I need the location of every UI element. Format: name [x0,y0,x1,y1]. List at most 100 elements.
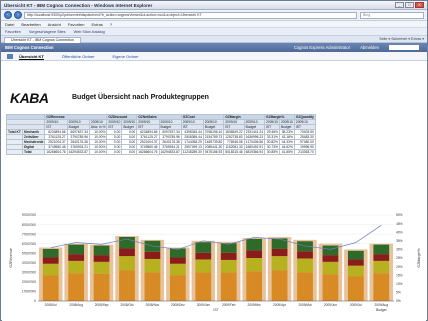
table-cell: 38.23% [278,129,295,135]
bar-segment-mechanik [271,270,288,301]
favorites-button[interactable]: Favoriten [5,30,21,34]
admin-label: Cognos Express Administrator [293,45,351,50]
table-cell: 2521004.37 [44,139,68,145]
table-cell: 6234894.66 [136,129,160,135]
stacked-bar-chart: 9'000'000 8'000'000 7'000'000 6'000'000 5'00… [9,213,421,312]
bar-segment-mechatronik [246,250,263,258]
bar-segment-zeitsilber [220,259,237,273]
suggested-sites-link[interactable]: Vorgeschlagene Sites [29,30,66,34]
maximize-button[interactable]: □ [405,2,414,8]
table-cell: 3790785.96 [158,134,182,140]
home-icon[interactable] [7,53,13,59]
browser-window: Übersicht KT - IBM Cognos Connection - W… [0,0,428,321]
close-button[interactable]: X [415,2,424,8]
table-cell: 43.18% [278,134,295,140]
table-cell: 33.31% [264,134,280,140]
table-cell: 10.00% [88,149,108,155]
table-cell: 0.00 [106,149,123,155]
y2-tick-label: 0% [396,299,401,303]
bar-segment-digital [169,248,186,258]
bar-segment-mechatronik [347,259,364,266]
table-cell: 3790785.96 [66,134,90,140]
url-input[interactable]: http://localhost:9300/p2pd/servlet/dispa… [24,11,357,19]
menu-item-file[interactable]: Datei [5,22,14,27]
table-cell: 44.33% [278,139,295,145]
bar-segment-mechatronik [322,255,339,262]
menu-item-edit[interactable]: Bearbeiten [21,22,40,27]
menu-item-tools[interactable]: Extras [92,22,103,27]
x-tick-label: 2008/Aug [69,303,83,307]
table-cell: 16266604.76 [136,149,160,155]
crosstab: GZRevenue GZDiscount GZNetSales GZCost G… [5,114,316,155]
browser-tools[interactable]: Seite ▾ Sicherheit ▾ Extras ▾ [379,37,424,41]
bar-segment-digital [220,243,237,253]
table-cell: 6819366.94 [243,149,266,155]
bar-segment-digital [93,245,110,256]
bar-segment-zeitsilber [195,259,212,273]
search-input[interactable]: Bing [360,11,424,19]
cognos-search-input[interactable] [389,45,419,50]
table-cell: 776946.08 [223,139,245,145]
bar-segment-mechanik [144,272,161,301]
menu-item-help[interactable]: ? [110,22,112,27]
browser-tab[interactable]: Übersicht KT - IBM Cognos Connection [4,36,81,43]
y-axis-label: GZRevenue [9,248,13,267]
tab-uebersicht[interactable]: Übersicht KT [19,54,44,59]
table-cell: 1744058.29 [180,139,204,145]
bar-segment-mechanik [347,276,364,301]
bar-segment-mechatronik [144,251,161,259]
bar-segment-mechatronik [169,257,186,264]
table-cell: 3765934.21 [66,144,90,150]
back-icon[interactable]: ‹ [4,11,12,19]
y2-tick-label: 45% [396,222,403,226]
table-cell: 41.85% [278,149,295,155]
table-cell: 44.62% [278,144,295,150]
web-slice-link[interactable]: Web Slice-Katalog [74,30,105,34]
y2-tick-label: 10% [396,282,403,286]
x-tick-label: 2008/Sep [95,303,109,307]
table-cell: 213363.70 [293,149,316,155]
bar-segment-mechatronik [93,255,110,262]
bar-segment-mechanik [195,272,212,301]
bar-segment-mechatronik [119,248,135,257]
forward-icon[interactable]: › [14,11,22,19]
subhead-cell: 2009/10 [278,119,295,125]
table-cell: 1170436.56 [243,139,266,145]
minimize-button[interactable]: _ [395,2,404,8]
logout-link[interactable]: Abmelden [360,45,379,50]
title-bar: Übersicht KT - IBM Cognos Connection - W… [1,1,427,10]
menu-item-favorites[interactable]: Favoriten [68,22,85,27]
menu-bar: Datei Bearbeiten Ansicht Favoriten Extra… [1,21,427,28]
menu-item-view[interactable]: Ansicht [48,22,61,27]
table-cell: 16294533.87 [158,149,182,155]
bar-segment-mechatronik [220,252,237,260]
browser-tab-bar: Übersicht KT - IBM Cognos Connection Sei… [1,36,427,43]
y-tick-label: 9'000'000 [22,213,36,217]
row-group-cell [6,149,23,155]
y2-axis-label: GZMargin% [417,248,421,268]
x-tick-label: 2009/Jun [324,303,337,307]
bar-segment-zeitsilber [119,256,135,271]
x-tick-label: 2009/Feb [222,303,236,307]
table-cell: 5018315.46 [223,149,245,155]
page-tabs: Übersicht KT Öffentliche Ordner Eigene O… [1,52,427,61]
window-title: Übersicht KT - IBM Cognos Connection - W… [4,2,153,8]
bar-segment-mechanik [42,275,59,301]
row-label: Total [21,149,46,155]
table-cell: 0.00 [121,149,138,155]
table-cell: 1680492.91 [243,144,266,150]
x-tick-label: 2009/Mrz [247,303,261,307]
tab-my-folders[interactable]: Eigene Ordner [113,54,139,59]
bar-segment-mechanik [220,272,237,301]
bar-segment-mechanik [297,272,313,301]
bar-segment-zeitsilber [246,258,263,272]
y2-tick-label: 15% [396,273,403,277]
table-cell: 1469739.80 [202,139,225,145]
table-cell: 2597499.13 [180,144,204,150]
bar-segment-mechanik [169,275,186,301]
tab-public-folders[interactable]: Öffentliche Ordner [62,54,95,59]
y-tick-label: 0 [34,299,36,303]
table-cell: 6097637.34 [158,129,182,135]
subhead-cell: 2009/10 [264,119,280,125]
x-tick-label: 2009/Jul [350,303,362,307]
